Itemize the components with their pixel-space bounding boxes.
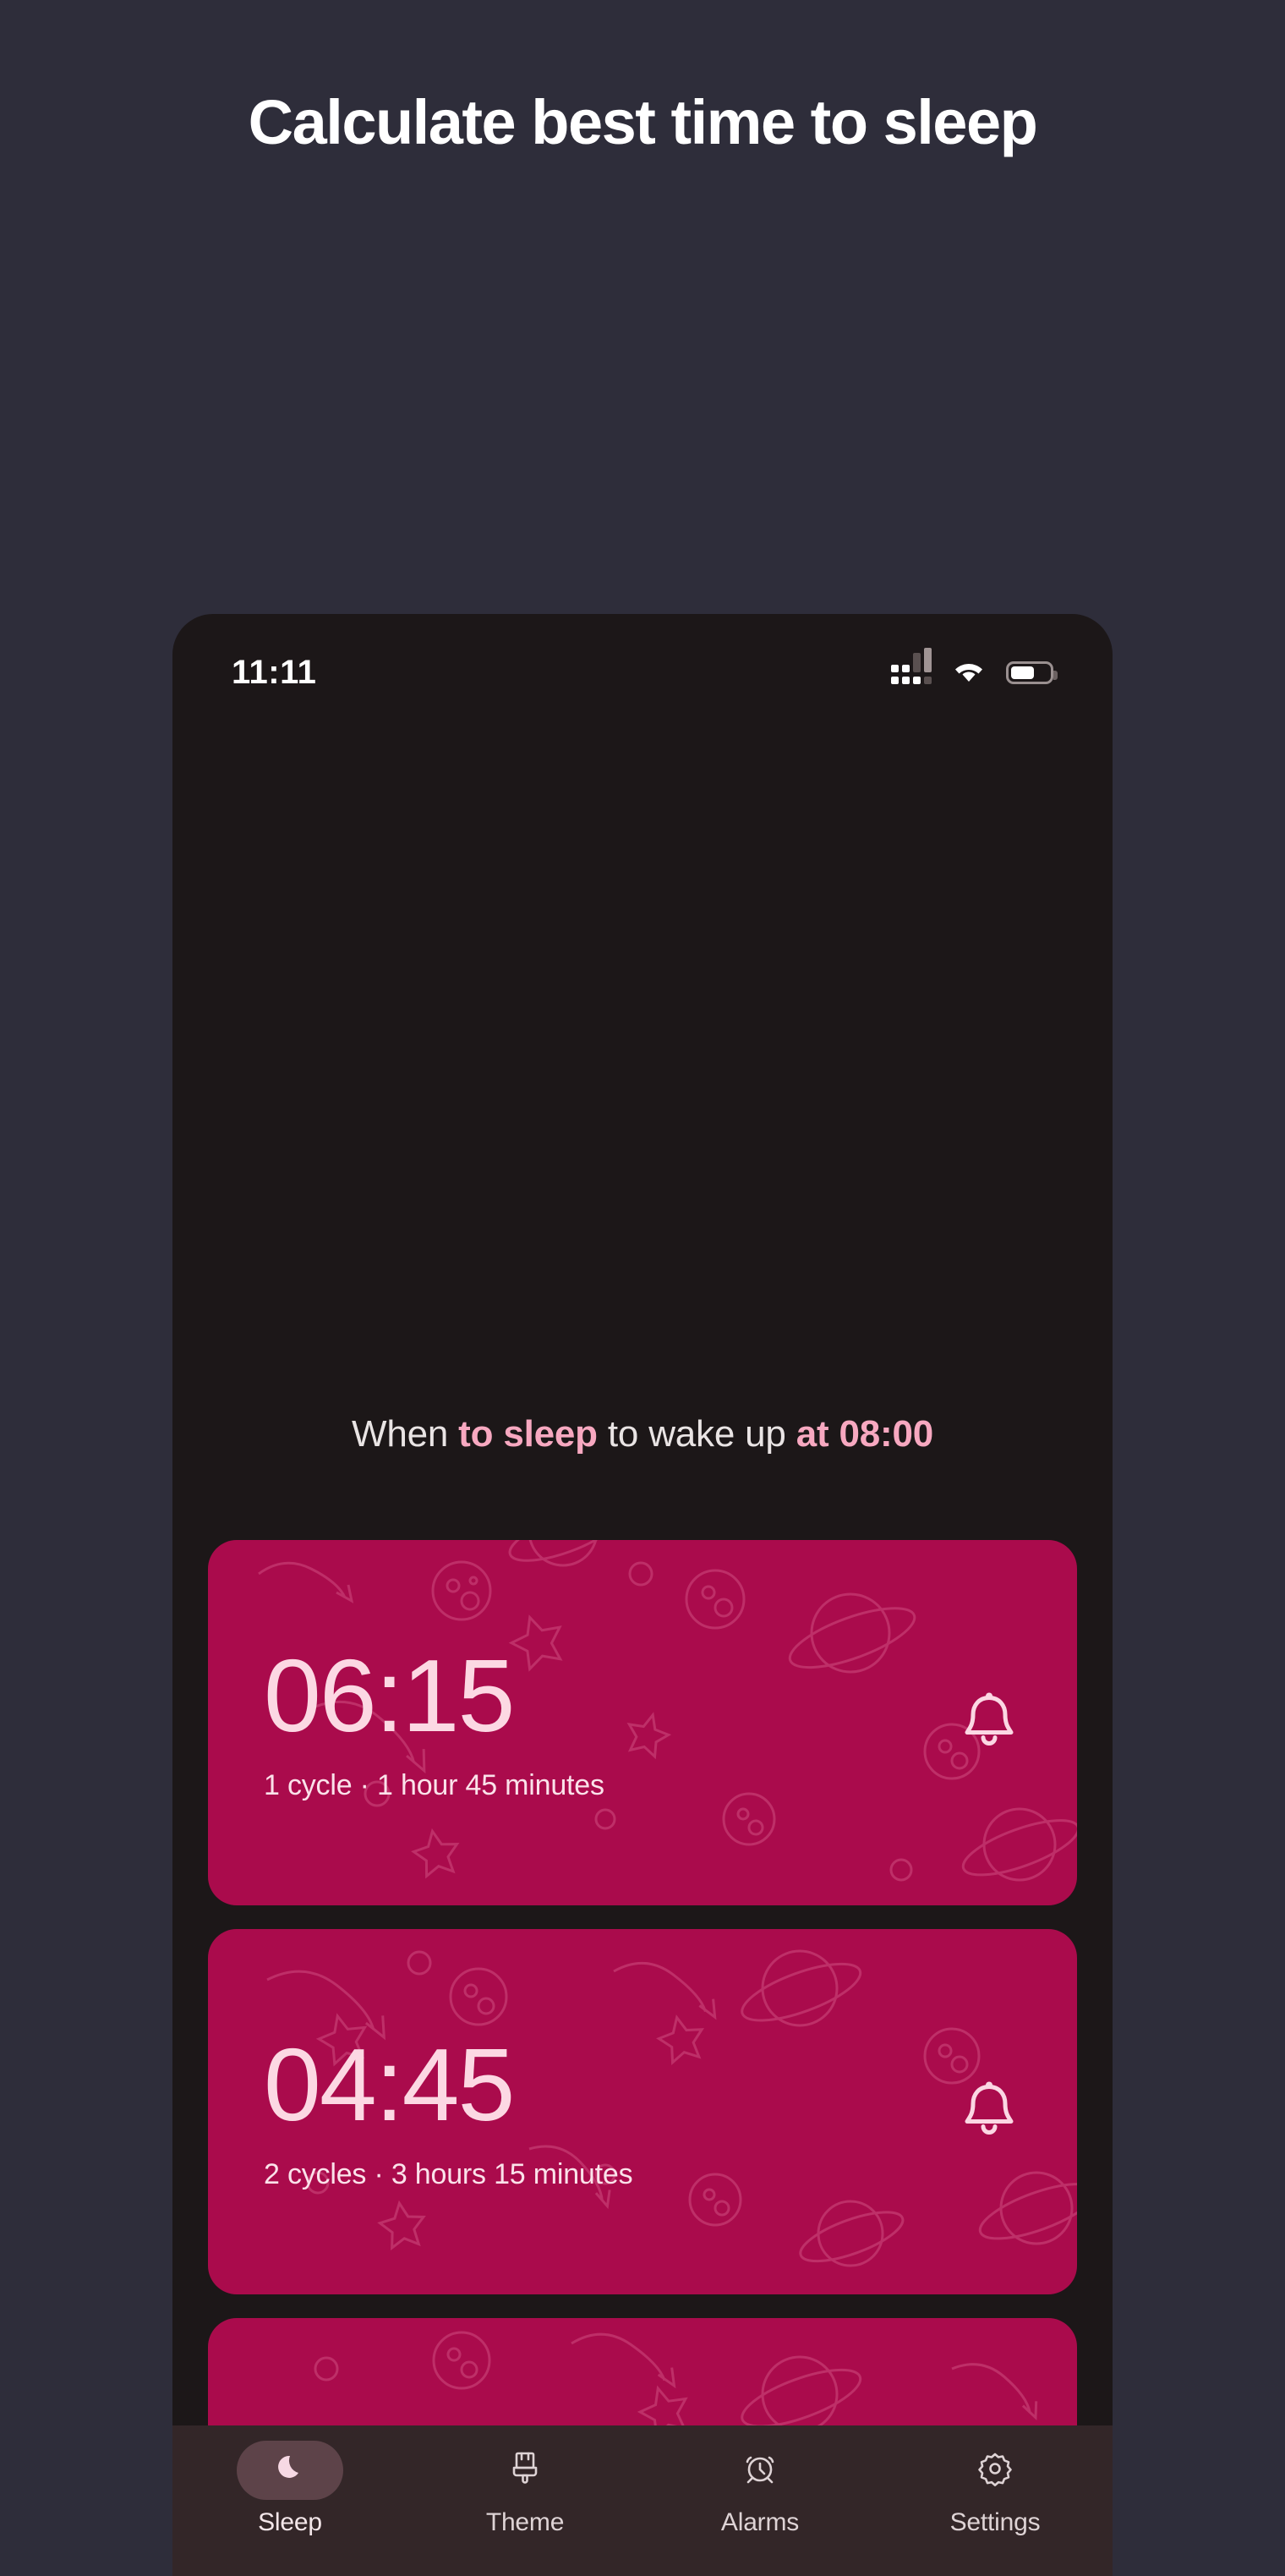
header-question: When to sleep to wake up at 08:00 (172, 1413, 1113, 1455)
sleep-time-card-text: 06:15 1 cycle · 1 hour 45 minutes (208, 1644, 604, 1802)
question-highlight-time: at 08:00 (796, 1413, 933, 1455)
tab-settings[interactable]: Settings (878, 2441, 1113, 2537)
tab-alarms-indicator (707, 2441, 813, 2500)
tab-sleep-indicator (237, 2441, 343, 2500)
tab-theme-label: Theme (486, 2508, 564, 2537)
sleep-time-card-text: 04:45 2 cycles · 3 hours 15 minutes (208, 2033, 632, 2191)
gear-icon (977, 2451, 1013, 2491)
phone-mockup: 11:11 When to sleep to wake up at 08:00 (172, 614, 1113, 2576)
cellular-signal-icon (891, 660, 932, 684)
battery-icon (1006, 661, 1053, 684)
tab-settings-indicator (942, 2441, 1048, 2500)
wifi-icon (950, 657, 987, 688)
tab-sleep-label: Sleep (258, 2508, 322, 2537)
question-prefix: When (352, 1413, 458, 1455)
tab-alarms[interactable]: Alarms (642, 2441, 878, 2537)
sleep-time-card[interactable]: 04:45 2 cycles · 3 hours 15 minutes (208, 1929, 1077, 2294)
sleep-time-detail: 2 cycles · 3 hours 15 minutes (264, 2158, 632, 2191)
page-title: Calculate best time to sleep (0, 85, 1285, 161)
sleep-time-value: 06:15 (264, 1644, 604, 1747)
bottom-tab-bar: Sleep Theme (172, 2425, 1113, 2576)
bell-icon[interactable] (962, 2080, 1016, 2144)
sleep-time-value: 04:45 (264, 2033, 632, 2136)
status-bar: 11:11 (172, 614, 1113, 707)
tab-theme-indicator (472, 2441, 578, 2500)
sleep-time-detail: 1 cycle · 1 hour 45 minutes (264, 1769, 604, 1802)
sleep-time-card[interactable]: 06:15 1 cycle · 1 hour 45 minutes (208, 1540, 1077, 1905)
tab-theme[interactable]: Theme (407, 2441, 642, 2537)
brush-icon (508, 2451, 542, 2491)
tab-alarms-label: Alarms (721, 2508, 799, 2537)
tab-settings-label: Settings (950, 2508, 1041, 2537)
question-middle: to wake up (598, 1413, 796, 1455)
alarm-clock-icon (742, 2451, 778, 2491)
moon-icon (273, 2452, 307, 2490)
bell-icon[interactable] (962, 1691, 1016, 1755)
status-bar-time: 11:11 (232, 654, 316, 692)
sleep-time-card-list: 06:15 1 cycle · 1 hour 45 minutes (172, 1540, 1113, 2576)
question-highlight-sleep: to sleep (458, 1413, 598, 1455)
tab-sleep[interactable]: Sleep (172, 2441, 407, 2537)
status-bar-icons (891, 657, 1053, 688)
